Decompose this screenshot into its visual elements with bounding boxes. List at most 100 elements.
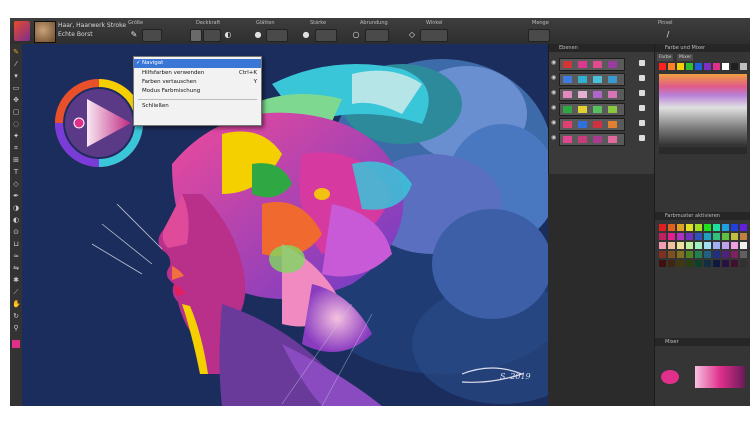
brush-selector-icon[interactable]: / bbox=[662, 29, 674, 40]
palette-swatch[interactable] bbox=[713, 224, 720, 231]
paint-bucket-tool-icon[interactable]: ▾ bbox=[12, 72, 20, 80]
palette-swatch[interactable] bbox=[677, 242, 684, 249]
palette-swatch[interactable] bbox=[659, 242, 666, 249]
palette-swatch[interactable] bbox=[731, 260, 738, 267]
mixer-swatch[interactable] bbox=[704, 63, 711, 70]
palette-swatch[interactable] bbox=[668, 224, 675, 231]
size-field[interactable] bbox=[142, 29, 162, 42]
mirror-tool-icon[interactable]: ⇋ bbox=[12, 264, 20, 272]
mixer-swatch[interactable] bbox=[659, 63, 666, 70]
mixer-swatch[interactable] bbox=[695, 63, 702, 70]
color-swatch-grid[interactable] bbox=[659, 224, 747, 324]
palette-swatch[interactable] bbox=[686, 260, 693, 267]
main-color-swatch[interactable] bbox=[12, 340, 20, 348]
palette-swatch[interactable] bbox=[695, 224, 702, 231]
palette-swatch[interactable] bbox=[695, 251, 702, 258]
mixer-swatch-strip[interactable] bbox=[659, 63, 747, 71]
palette-swatch[interactable] bbox=[722, 260, 729, 267]
lock-icon[interactable] bbox=[639, 105, 645, 111]
brush-size-icon[interactable]: ✎ bbox=[128, 29, 140, 40]
layer-row[interactable] bbox=[559, 58, 625, 71]
palette-swatch[interactable] bbox=[722, 251, 729, 258]
opacity-field[interactable] bbox=[190, 29, 202, 42]
palette-swatch[interactable] bbox=[713, 233, 720, 240]
palette-swatch[interactable] bbox=[722, 242, 729, 249]
palette-swatch[interactable] bbox=[713, 260, 720, 267]
eraser-tool-icon[interactable]: ▭ bbox=[12, 84, 20, 92]
lock-icon[interactable] bbox=[639, 135, 645, 141]
palette-swatch[interactable] bbox=[740, 251, 747, 258]
roundness-field[interactable] bbox=[365, 29, 389, 42]
palette-swatch[interactable] bbox=[740, 224, 747, 231]
layer-visibility-icon[interactable]: ◉ bbox=[551, 60, 557, 66]
tab-color[interactable]: Farbe bbox=[657, 54, 674, 61]
rotate-page-tool-icon[interactable]: ↻ bbox=[12, 312, 20, 320]
palette-swatch[interactable] bbox=[677, 233, 684, 240]
palette-swatch[interactable] bbox=[731, 233, 738, 240]
lock-icon[interactable] bbox=[639, 60, 645, 66]
layer-row[interactable] bbox=[559, 88, 625, 101]
document-canvas[interactable]: S. 2019 ✓ Navigat Hilfsfarben verwenden … bbox=[22, 44, 548, 406]
color-wheel[interactable] bbox=[53, 77, 145, 169]
angle-field[interactable] bbox=[420, 29, 448, 42]
palette-swatch[interactable] bbox=[659, 224, 666, 231]
brush-variant-name[interactable]: Echte Borst bbox=[58, 31, 93, 38]
mixer-pad[interactable] bbox=[659, 74, 747, 144]
menu-item-swap-colors[interactable]: Farben vertauschen Y bbox=[134, 78, 261, 87]
palette-swatch[interactable] bbox=[704, 260, 711, 267]
layer-adjuster-tool-icon[interactable]: ✥ bbox=[12, 96, 20, 104]
palette-swatch[interactable] bbox=[722, 233, 729, 240]
menu-item-use-secondary-colors[interactable]: Hilfsfarben verwenden Ctrl+K bbox=[134, 69, 261, 78]
smoothing-icon[interactable]: ● bbox=[252, 29, 264, 40]
strength-field[interactable] bbox=[315, 29, 337, 42]
lock-icon[interactable] bbox=[639, 75, 645, 81]
perspective-guide-tool-icon[interactable]: ⟋ bbox=[12, 288, 20, 296]
palette-swatch[interactable] bbox=[722, 224, 729, 231]
mixer-swatch[interactable] bbox=[686, 63, 693, 70]
palette-swatch[interactable] bbox=[686, 224, 693, 231]
palette-swatch[interactable] bbox=[668, 233, 675, 240]
palette-swatch[interactable] bbox=[686, 242, 693, 249]
mixer-swatch[interactable] bbox=[731, 63, 738, 70]
lock-icon[interactable] bbox=[639, 90, 645, 96]
brush-tool-icon[interactable]: ✎ bbox=[12, 48, 20, 56]
palette-swatch[interactable] bbox=[668, 260, 675, 267]
layer-row[interactable] bbox=[559, 103, 625, 116]
palette-swatch[interactable] bbox=[740, 260, 747, 267]
palette-swatch[interactable] bbox=[659, 233, 666, 240]
palette-swatch[interactable] bbox=[686, 233, 693, 240]
color-ramp[interactable] bbox=[695, 366, 745, 388]
layer-row[interactable] bbox=[559, 118, 625, 131]
opacity-icon[interactable]: ◐ bbox=[222, 29, 234, 40]
palette-swatch[interactable] bbox=[740, 242, 747, 249]
angle-icon[interactable]: ◇ bbox=[406, 29, 418, 40]
magic-wand-tool-icon[interactable]: ✦ bbox=[12, 132, 20, 140]
grabber-tool-icon[interactable]: ✋ bbox=[12, 300, 21, 308]
rectangle-select-tool-icon[interactable]: ▢ bbox=[12, 108, 20, 116]
menu-item-close[interactable]: Schließen bbox=[134, 102, 261, 111]
smoothing-field[interactable] bbox=[266, 29, 288, 42]
layer-row[interactable] bbox=[559, 73, 625, 86]
palette-swatch[interactable] bbox=[704, 242, 711, 249]
lock-icon[interactable] bbox=[639, 120, 645, 126]
roundness-icon[interactable]: ○ bbox=[350, 29, 362, 40]
palette-swatch[interactable] bbox=[695, 260, 702, 267]
shape-tool-icon[interactable]: ◇ bbox=[12, 180, 20, 188]
strength-icon[interactable]: ● bbox=[300, 29, 312, 40]
layer-visibility-icon[interactable]: ◉ bbox=[551, 75, 557, 81]
pen-tool-icon[interactable]: ✒ bbox=[12, 192, 20, 200]
palette-swatch[interactable] bbox=[731, 242, 738, 249]
current-color-circle[interactable] bbox=[661, 370, 679, 384]
crop-tool-icon[interactable]: ⌗ bbox=[12, 144, 20, 152]
layer-visibility-icon[interactable]: ◉ bbox=[551, 105, 557, 111]
text-tool-icon[interactable]: T bbox=[12, 168, 20, 176]
palette-swatch[interactable] bbox=[659, 251, 666, 258]
mixer-swatch[interactable] bbox=[677, 63, 684, 70]
tab-mixer[interactable]: Mixer bbox=[677, 54, 694, 61]
palette-swatch[interactable] bbox=[704, 224, 711, 231]
layer-visibility-icon[interactable]: ◉ bbox=[551, 90, 557, 96]
palette-swatch[interactable] bbox=[668, 251, 675, 258]
palette-swatch[interactable] bbox=[695, 233, 702, 240]
mixer-swatch[interactable] bbox=[722, 63, 729, 70]
kaleidoscope-tool-icon[interactable]: ✱ bbox=[12, 276, 20, 284]
